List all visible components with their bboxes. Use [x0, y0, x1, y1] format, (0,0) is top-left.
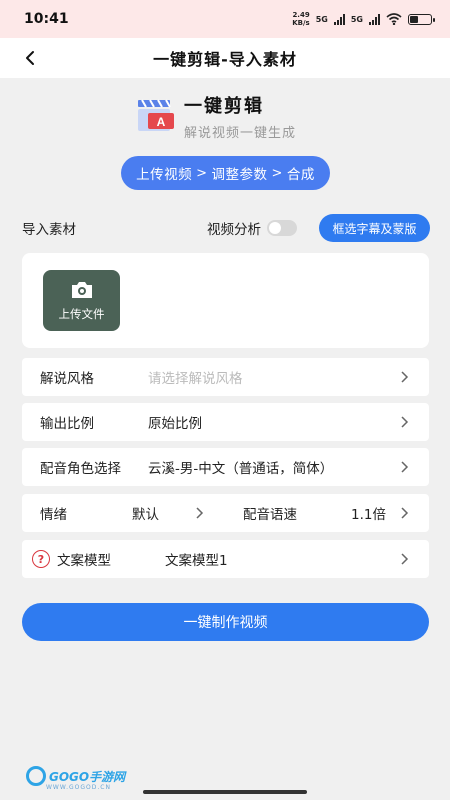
home-indicator[interactable]: [143, 790, 307, 794]
net-type-2: 5G: [350, 14, 363, 24]
signal-icon-2: [369, 13, 380, 25]
speed-label: 配音语速: [243, 507, 297, 523]
camera-icon: [71, 281, 92, 298]
battery-icon: [408, 13, 435, 25]
back-arrow-icon: [26, 51, 34, 65]
watermark-sub: WWW.GOGOD.CN: [46, 784, 111, 791]
step-compose: 合成: [286, 167, 315, 183]
watermark: GOGO手游网 WWW.GOGOD.CN: [26, 766, 126, 791]
voice-value: 云溪-男-中文（普通话，简体）: [148, 461, 334, 477]
voice-row[interactable]: 配音角色选择 云溪-男-中文（普通话，简体）: [22, 448, 429, 486]
video-analysis-label: 视频分析: [207, 222, 261, 238]
video-analysis-toggle[interactable]: [267, 220, 297, 236]
import-label: 导入素材: [22, 222, 76, 238]
chevron-right-icon: [401, 371, 409, 383]
steps-indicator: 上传视频 > 调整参数 > 合成: [121, 156, 330, 190]
ratio-value: 原始比例: [148, 416, 202, 432]
status-bar: 10:41 2.49 KB/s 5G 5G: [0, 0, 450, 38]
net-type-1: 5G: [315, 14, 328, 24]
copy-model-value: 文案模型1: [165, 553, 228, 569]
chevron-right-icon: [401, 553, 409, 565]
watermark-text: GOGO手游网: [49, 769, 126, 784]
make-video-button[interactable]: 一键制作视频: [22, 603, 429, 641]
brand-block: A 一键剪辑 解说视频一键生成: [136, 96, 296, 141]
step-upload: 上传视频: [136, 167, 193, 183]
emotion-speed-row: 情绪 默认 配音语速 1.1倍: [22, 494, 429, 532]
style-label: 解说风格: [40, 371, 94, 387]
chevron-right-icon: [401, 461, 409, 473]
upload-card: 上传文件: [22, 253, 429, 348]
speed-value[interactable]: 1.1倍: [351, 503, 386, 523]
brand-subtitle: 解说视频一键生成: [184, 126, 297, 141]
copy-model-row[interactable]: ? 文案模型 文案模型1: [22, 540, 429, 578]
step-adjust: 调整参数: [211, 167, 268, 183]
upload-file-button[interactable]: 上传文件: [43, 270, 120, 331]
step-separator: >: [271, 165, 283, 181]
copy-model-label: 文案模型: [57, 553, 111, 569]
ratio-label: 输出比例: [40, 416, 94, 432]
style-row[interactable]: 解说风格 请选择解说风格: [22, 358, 429, 396]
page-title: 一键剪辑-导入素材: [153, 50, 297, 69]
ratio-row[interactable]: 输出比例 原始比例: [22, 403, 429, 441]
wifi-icon: [386, 13, 402, 25]
voice-label: 配音角色选择: [40, 461, 121, 477]
network-speed: 2.49 KB/s: [292, 11, 310, 27]
chevron-right-icon: [196, 507, 204, 519]
import-section-header: 导入素材 视频分析 框选字幕及蒙版: [22, 214, 430, 242]
step-separator: >: [196, 165, 208, 181]
status-icons: 2.49 KB/s 5G 5G: [292, 11, 435, 27]
back-button[interactable]: [18, 46, 42, 70]
svg-text:A: A: [157, 115, 166, 129]
emotion-label: 情绪: [40, 507, 67, 523]
video-analysis: 视频分析: [207, 218, 297, 238]
chevron-right-icon: [401, 416, 409, 428]
status-time: 10:41: [24, 11, 69, 27]
app-header: 一键剪辑-导入素材: [0, 38, 450, 78]
select-subtitle-mask-button[interactable]: 框选字幕及蒙版: [319, 214, 430, 242]
chevron-right-icon: [401, 507, 409, 519]
emotion-value[interactable]: 默认: [132, 503, 159, 523]
clapperboard-logo-icon: A: [136, 96, 176, 134]
upload-file-label: 上传文件: [58, 306, 105, 321]
help-icon[interactable]: ?: [32, 550, 50, 568]
watermark-logo-icon: [26, 766, 46, 786]
signal-icon: [333, 13, 345, 25]
brand-name: 一键剪辑: [184, 96, 264, 117]
style-placeholder: 请选择解说风格: [148, 371, 243, 387]
